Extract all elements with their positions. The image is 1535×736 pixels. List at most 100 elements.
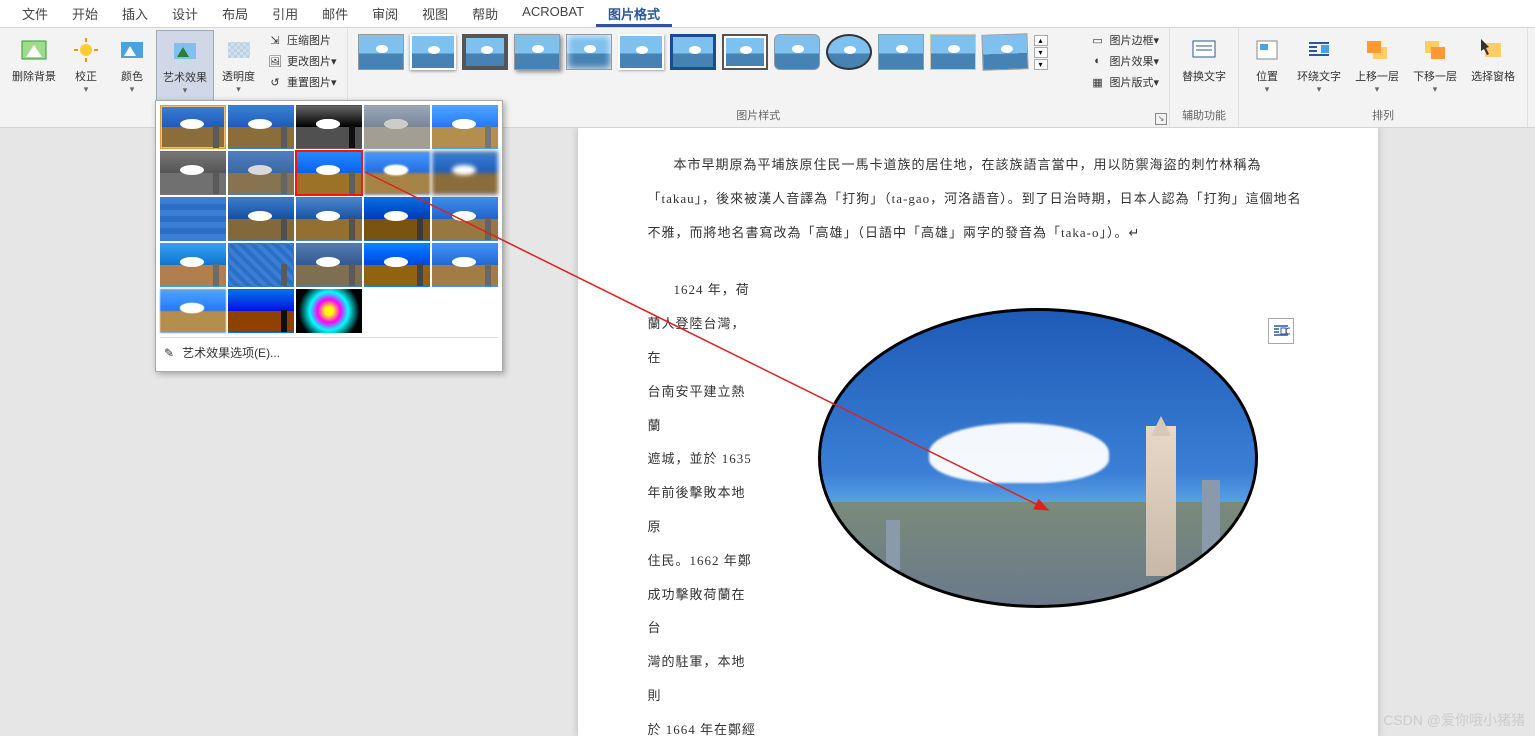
compress-icon: ⇲ [267,32,283,48]
tab-view[interactable]: 视图 [410,0,460,27]
bring-forward-button[interactable]: 上移一层▾ [1349,30,1405,99]
artistic-effects-button[interactable]: 艺术效果▾ [156,30,214,101]
alt-text-button[interactable]: 替换文字 [1176,30,1232,88]
style-thumb[interactable] [981,33,1028,71]
effect-thumb[interactable] [364,243,430,287]
effect-thumb[interactable] [432,151,498,195]
effect-thumb[interactable] [160,151,226,195]
effect-thumb[interactable] [160,243,226,287]
picture-effects-button[interactable]: ◐图片效果 ▾ [1086,51,1164,71]
selection-pane-icon [1477,34,1509,66]
effect-thumb[interactable] [364,151,430,195]
effect-thumb[interactable] [364,105,430,149]
selection-pane-button[interactable]: 选择窗格 [1465,30,1521,88]
wrap-text-button[interactable]: 环绕文字▾ [1291,30,1347,99]
style-thumb[interactable] [514,34,560,70]
picture-styles-gallery[interactable]: ▴ ▾ ▾ [354,30,1084,74]
tab-help[interactable]: 帮助 [460,0,510,27]
tab-references[interactable]: 引用 [260,0,310,27]
body-text: 住民。1662 年鄭 [648,544,758,578]
effect-thumb[interactable] [364,197,430,241]
effect-thumb[interactable] [432,243,498,287]
body-text: 本市早期原為平埔族原住民一馬卡道族的居住地，在該族語言當中，用以防禦海盜的刺竹林… [648,148,1308,249]
effect-thumb[interactable] [296,197,362,241]
document-page[interactable]: 本市早期原為平埔族原住民一馬卡道族的居住地，在該族語言當中，用以防禦海盜的刺竹林… [578,128,1378,736]
group-arrange: 位置▾ 环绕文字▾ 上移一层▾ 下移一层▾ 选择窗格 排列 [1239,28,1528,127]
send-backward-button[interactable]: 下移一层▾ [1407,30,1463,99]
body-text: 蘭人登陸台灣，在 [648,307,758,375]
remove-background-button[interactable]: 删除背景 [6,30,62,88]
effect-thumb[interactable] [228,151,294,195]
style-thumb[interactable] [358,34,404,70]
styles-launcher-button[interactable]: ↘ [1155,113,1167,125]
tab-acrobat[interactable]: ACROBAT [510,0,596,27]
transparency-icon [223,34,255,66]
group-label-styles: 图片样式 [736,105,780,125]
group-accessibility: 替换文字 辅助功能 [1170,28,1239,127]
effect-thumb[interactable] [160,197,226,241]
effect-thumb[interactable] [228,105,294,149]
tab-insert[interactable]: 插入 [110,0,160,27]
effect-thumb[interactable] [296,105,362,149]
style-thumb[interactable] [878,34,924,70]
effect-thumb[interactable] [296,289,362,333]
tab-layout[interactable]: 布局 [210,0,260,27]
effect-thumb[interactable] [296,243,362,287]
change-pic-icon: 🖼 [267,53,283,69]
style-thumb[interactable] [930,34,976,70]
color-button[interactable]: 颜色▾ [110,30,154,99]
effect-grid [160,105,498,333]
effect-thumb[interactable] [160,289,226,333]
style-thumb[interactable] [670,34,716,70]
effect-thumb[interactable] [432,105,498,149]
style-thumb[interactable] [774,34,820,70]
tab-mailings[interactable]: 邮件 [310,0,360,27]
tab-picture-format[interactable]: 图片格式 [596,0,672,27]
tab-design[interactable]: 设计 [160,0,210,27]
effect-thumb[interactable] [228,289,294,333]
tab-review[interactable]: 审阅 [360,0,410,27]
style-thumb[interactable] [722,34,768,70]
transparency-button[interactable]: 透明度▾ [216,30,261,99]
layout-options-button[interactable] [1268,318,1294,344]
picture-layout-button[interactable]: ▦图片版式 ▾ [1086,72,1164,92]
reset-picture-button[interactable]: ↺重置图片 ▾ [263,72,341,92]
tab-file[interactable]: 文件 [10,0,60,27]
document-image-oval[interactable] [818,308,1258,608]
effects-icon: ◐ [1090,53,1106,69]
effect-thumb-none[interactable] [160,105,226,149]
position-icon [1251,34,1283,66]
compress-pictures-button[interactable]: ⇲压缩图片 [263,30,341,50]
body-text: 灣的駐軍，本地則 [648,645,758,713]
body-text: 年前後擊敗本地原 [648,476,758,544]
wrap-icon [1303,34,1335,66]
body-text: 1624 年，荷 [648,273,758,307]
style-thumb[interactable] [566,34,612,70]
effect-thumb[interactable] [228,197,294,241]
style-thumb-oval[interactable] [826,34,872,70]
layout-icon: ▦ [1090,74,1106,90]
gallery-down-button[interactable]: ▾ [1034,47,1048,58]
gallery-more-button[interactable]: ▾ [1034,59,1048,70]
effect-thumb-highlighted[interactable] [296,151,362,195]
change-picture-button[interactable]: 🖼更改图片 ▾ [263,51,341,71]
body-text: 台南安平建立熱蘭 [648,375,758,443]
group-label-access: 辅助功能 [1182,105,1226,125]
style-thumb[interactable] [410,34,456,70]
remove-bg-icon [18,34,50,66]
corrections-button[interactable]: 校正▾ [64,30,108,99]
effect-thumb[interactable] [228,243,294,287]
style-thumb[interactable] [462,34,508,70]
alt-text-icon [1188,34,1220,66]
gallery-up-button[interactable]: ▴ [1034,35,1048,46]
group-label-arrange: 排列 [1372,105,1394,125]
effect-thumb[interactable] [432,197,498,241]
position-button[interactable]: 位置▾ [1245,30,1289,99]
menu-tabs: 文件 开始 插入 设计 布局 引用 邮件 审阅 视图 帮助 ACROBAT 图片… [0,0,1535,28]
style-thumb[interactable] [618,34,664,70]
artistic-effects-options-button[interactable]: ✎ 艺术效果选项(E)... [160,337,498,367]
body-text: 於 1664 年在鄭經 [648,713,758,736]
tab-home[interactable]: 开始 [60,0,110,27]
picture-border-button[interactable]: ▭图片边框 ▾ [1086,30,1164,50]
border-icon: ▭ [1090,32,1106,48]
